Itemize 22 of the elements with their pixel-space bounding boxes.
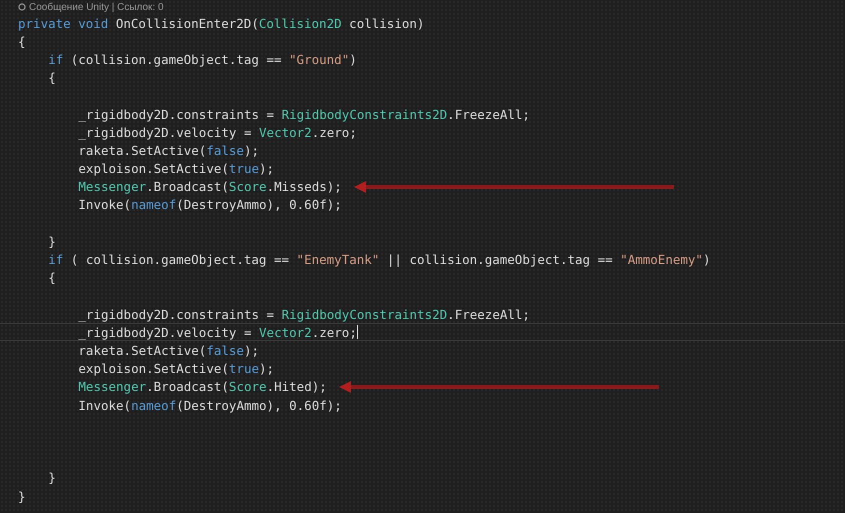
code-line: _rigidbody2D.constraints = RigidbodyConstraints2D.FreezeAll; [78, 306, 530, 322]
code-line: { [48, 70, 56, 86]
code-line: _rigidbody2D.velocity = Vector2.zero; [78, 124, 357, 140]
code-line: { [18, 34, 26, 49]
code-line: } [48, 234, 56, 249]
code-line: { [48, 270, 56, 286]
code-line: Messenger.Broadcast(Score.Hited); [78, 379, 327, 394]
codelens-text[interactable]: Сообщение Unity | Ссылок: 0 [29, 2, 164, 12]
code-line: _rigidbody2D.constraints = RigidbodyConstraints2D.FreezeAll; [78, 106, 530, 122]
code-line: Invoke(nameof(DestroyAmmo), 0.60f); [78, 398, 342, 413]
code-line: Invoke(nameof(DestroyAmmo), 0.60f); [78, 197, 342, 212]
code-line: raketa.SetActive(false); [78, 142, 260, 158]
code-line: if (collision.gameObject.tag == "Ground") [48, 52, 357, 67]
code-line: private void OnCollisionEnter2D(Collision2D collision) [18, 16, 424, 31]
code-line: exploison.SetActive(true); [78, 161, 274, 176]
code-line: if ( collision.gameObject.tag == "EnemyTank" || collision.gameObject.tag == "AmmoEnemy") [48, 252, 710, 268]
code-line: } [18, 488, 26, 504]
code-line: exploison.SetActive(true); [78, 361, 274, 376]
code-line: _rigidbody2D.velocity = Vector2.zero; [78, 324, 358, 340]
code-line: } [48, 470, 56, 486]
code-line: raketa.SetActive(false); [78, 342, 260, 358]
code-line: Messenger.Broadcast(Score.Misseds); [78, 179, 342, 194]
